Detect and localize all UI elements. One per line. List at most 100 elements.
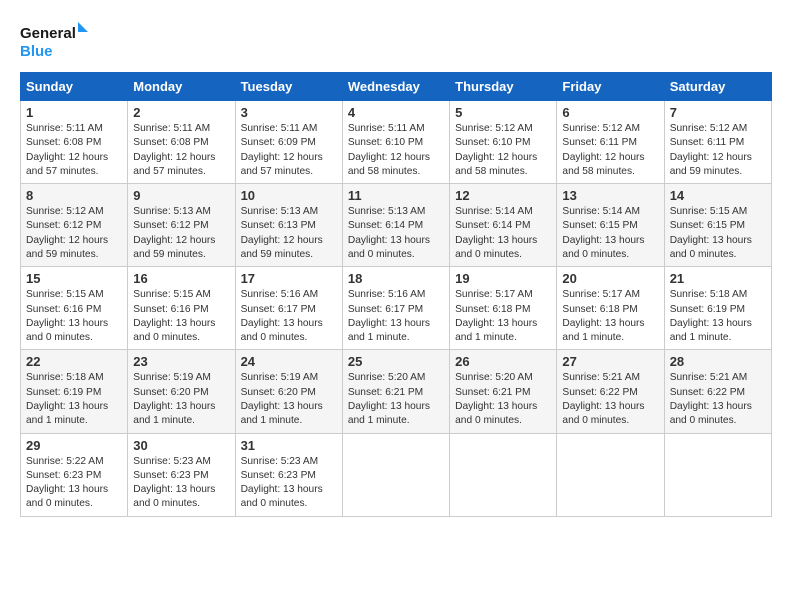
calendar-cell: 12 Sunrise: 5:14 AM Sunset: 6:14 PM Dayli… (450, 184, 557, 267)
calendar-cell: 17 Sunrise: 5:16 AM Sunset: 6:17 PM Dayli… (235, 267, 342, 350)
day-number: 9 (133, 188, 229, 203)
day-info: Sunrise: 5:18 AM Sunset: 6:19 PM Dayligh… (670, 288, 766, 345)
day-number: 2 (133, 105, 229, 120)
week-row-0: 1 Sunrise: 5:11 AM Sunset: 6:08 PM Daylig… (21, 101, 772, 184)
calendar-cell: 6Sunrise: 5:12 AM Sunset: 6:11 PM Daylig… (557, 101, 664, 184)
day-number: 3 (241, 105, 337, 120)
day-header-tuesday: Tuesday (235, 73, 342, 101)
day-header-sunday: Sunday (21, 73, 128, 101)
calendar-cell: 21 Sunrise: 5:18 AM Sunset: 6:19 PM Dayli… (664, 267, 771, 350)
calendar-cell: 29 Sunrise: 5:22 AM Sunset: 6:23 PM Dayli… (21, 433, 128, 516)
day-info: Sunrise: 5:14 AM Sunset: 6:14 PM Dayligh… (455, 205, 551, 262)
day-info: Sunrise: 5:20 AM Sunset: 6:21 PM Dayligh… (348, 371, 444, 428)
day-number: 10 (241, 188, 337, 203)
calendar-cell (342, 433, 449, 516)
calendar-table: SundayMondayTuesdayWednesdayThursdayFrid… (20, 72, 772, 517)
calendar-cell (557, 433, 664, 516)
calendar-cell: 10 Sunrise: 5:13 AM Sunset: 6:13 PM Dayli… (235, 184, 342, 267)
day-number: 4 (348, 105, 444, 120)
day-number: 11 (348, 188, 444, 203)
day-info: Sunrise: 5:22 AM Sunset: 6:23 PM Dayligh… (26, 455, 122, 512)
day-number: 6 (562, 105, 658, 120)
logo-svg: General Blue (20, 20, 90, 62)
day-info: Sunrise: 5:16 AM Sunset: 6:17 PM Dayligh… (241, 288, 337, 345)
calendar-cell: 26Sunrise: 5:20 AM Sunset: 6:21 PM Dayli… (450, 350, 557, 433)
calendar-cell: 1 Sunrise: 5:11 AM Sunset: 6:08 PM Daylig… (21, 101, 128, 184)
calendar-cell: 24 Sunrise: 5:19 AM Sunset: 6:20 PM Dayli… (235, 350, 342, 433)
page-header: General Blue (20, 20, 772, 62)
week-row-4: 29 Sunrise: 5:22 AM Sunset: 6:23 PM Dayli… (21, 433, 772, 516)
calendar-cell: 4 Sunrise: 5:11 AM Sunset: 6:10 PM Daylig… (342, 101, 449, 184)
day-number: 25 (348, 354, 444, 369)
day-number: 5 (455, 105, 551, 120)
day-info: Sunrise: 5:23 AM Sunset: 6:23 PM Dayligh… (241, 455, 337, 512)
calendar-cell: 11 Sunrise: 5:13 AM Sunset: 6:14 PM Dayli… (342, 184, 449, 267)
day-number: 12 (455, 188, 551, 203)
calendar-cell (450, 433, 557, 516)
day-number: 16 (133, 271, 229, 286)
calendar-cell: 7 Sunrise: 5:12 AM Sunset: 6:11 PM Daylig… (664, 101, 771, 184)
day-info: Sunrise: 5:11 AM Sunset: 6:08 PM Dayligh… (26, 122, 122, 179)
day-info: Sunrise: 5:11 AM Sunset: 6:08 PM Dayligh… (133, 122, 229, 179)
day-number: 22 (26, 354, 122, 369)
day-info: Sunrise: 5:19 AM Sunset: 6:20 PM Dayligh… (241, 371, 337, 428)
day-info: Sunrise: 5:12 AM Sunset: 6:12 PM Dayligh… (26, 205, 122, 262)
week-row-1: 8 Sunrise: 5:12 AM Sunset: 6:12 PM Daylig… (21, 184, 772, 267)
day-header-wednesday: Wednesday (342, 73, 449, 101)
day-info: Sunrise: 5:15 AM Sunset: 6:16 PM Dayligh… (133, 288, 229, 345)
day-info: Sunrise: 5:13 AM Sunset: 6:14 PM Dayligh… (348, 205, 444, 262)
day-number: 27 (562, 354, 658, 369)
day-info: Sunrise: 5:11 AM Sunset: 6:10 PM Dayligh… (348, 122, 444, 179)
day-info: Sunrise: 5:12 AM Sunset: 6:11 PM Dayligh… (670, 122, 766, 179)
svg-text:Blue: Blue (20, 43, 53, 60)
calendar-cell: 3 Sunrise: 5:11 AM Sunset: 6:09 PM Daylig… (235, 101, 342, 184)
svg-text:General: General (20, 25, 76, 42)
day-header-saturday: Saturday (664, 73, 771, 101)
day-info: Sunrise: 5:13 AM Sunset: 6:12 PM Dayligh… (133, 205, 229, 262)
day-number: 20 (562, 271, 658, 286)
day-header-thursday: Thursday (450, 73, 557, 101)
day-number: 29 (26, 438, 122, 453)
calendar-cell: 13Sunrise: 5:14 AM Sunset: 6:15 PM Dayli… (557, 184, 664, 267)
day-info: Sunrise: 5:21 AM Sunset: 6:22 PM Dayligh… (562, 371, 658, 428)
day-info: Sunrise: 5:17 AM Sunset: 6:18 PM Dayligh… (562, 288, 658, 345)
week-row-2: 15 Sunrise: 5:15 AM Sunset: 6:16 PM Dayli… (21, 267, 772, 350)
calendar-cell: 20 Sunrise: 5:17 AM Sunset: 6:18 PM Dayli… (557, 267, 664, 350)
day-number: 8 (26, 188, 122, 203)
calendar-cell: 18 Sunrise: 5:16 AM Sunset: 6:17 PM Dayli… (342, 267, 449, 350)
day-number: 30 (133, 438, 229, 453)
day-number: 23 (133, 354, 229, 369)
day-header-monday: Monday (128, 73, 235, 101)
day-info: Sunrise: 5:11 AM Sunset: 6:09 PM Dayligh… (241, 122, 337, 179)
day-info: Sunrise: 5:17 AM Sunset: 6:18 PM Dayligh… (455, 288, 551, 345)
day-number: 7 (670, 105, 766, 120)
header-row: SundayMondayTuesdayWednesdayThursdayFrid… (21, 73, 772, 101)
day-header-friday: Friday (557, 73, 664, 101)
calendar-cell: 23 Sunrise: 5:19 AM Sunset: 6:20 PM Dayli… (128, 350, 235, 433)
calendar-cell: 2 Sunrise: 5:11 AM Sunset: 6:08 PM Daylig… (128, 101, 235, 184)
day-number: 28 (670, 354, 766, 369)
day-info: Sunrise: 5:13 AM Sunset: 6:13 PM Dayligh… (241, 205, 337, 262)
day-number: 21 (670, 271, 766, 286)
day-info: Sunrise: 5:19 AM Sunset: 6:20 PM Dayligh… (133, 371, 229, 428)
calendar-cell: 16 Sunrise: 5:15 AM Sunset: 6:16 PM Dayli… (128, 267, 235, 350)
day-info: Sunrise: 5:23 AM Sunset: 6:23 PM Dayligh… (133, 455, 229, 512)
day-info: Sunrise: 5:20 AM Sunset: 6:21 PM Dayligh… (455, 371, 551, 428)
week-row-3: 22 Sunrise: 5:18 AM Sunset: 6:19 PM Dayli… (21, 350, 772, 433)
day-info: Sunrise: 5:21 AM Sunset: 6:22 PM Dayligh… (670, 371, 766, 428)
day-info: Sunrise: 5:18 AM Sunset: 6:19 PM Dayligh… (26, 371, 122, 428)
calendar-cell: 31 Sunrise: 5:23 AM Sunset: 6:23 PM Dayli… (235, 433, 342, 516)
day-info: Sunrise: 5:16 AM Sunset: 6:17 PM Dayligh… (348, 288, 444, 345)
calendar-cell: 15Sunrise: 5:15 AM Sunset: 6:16 PM Dayli… (21, 267, 128, 350)
logo: General Blue (20, 20, 90, 62)
day-number: 1 (26, 105, 122, 120)
day-info: Sunrise: 5:12 AM Sunset: 6:10 PM Dayligh… (455, 122, 551, 179)
calendar-cell: 30 Sunrise: 5:23 AM Sunset: 6:23 PM Dayli… (128, 433, 235, 516)
day-number: 18 (348, 271, 444, 286)
day-info: Sunrise: 5:15 AM Sunset: 6:15 PM Dayligh… (670, 205, 766, 262)
day-number: 19 (455, 271, 551, 286)
day-number: 31 (241, 438, 337, 453)
day-number: 17 (241, 271, 337, 286)
day-number: 24 (241, 354, 337, 369)
day-number: 15 (26, 271, 122, 286)
